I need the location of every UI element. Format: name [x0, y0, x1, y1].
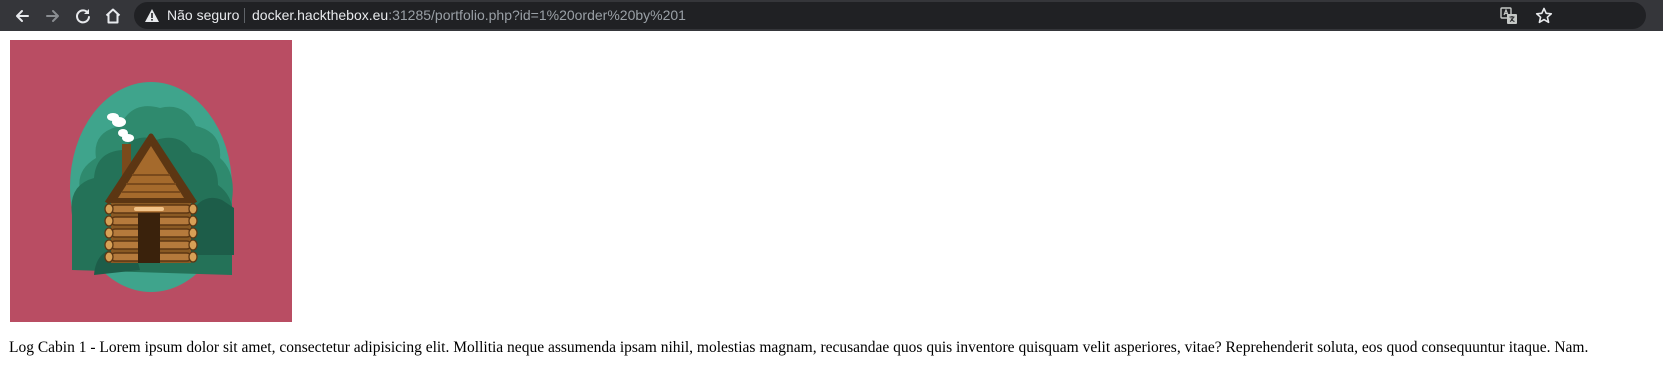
back-icon	[16, 10, 29, 22]
page-content: Log Cabin 1 - Lorem ipsum dolor sit amet…	[0, 31, 1663, 391]
omnibox-separator	[244, 8, 245, 23]
address-bar[interactable]: Não seguro docker.hackthebox.eu:31285/po…	[134, 2, 1646, 29]
url-path: :31285/portfolio.php?id=1%20order%20by%2…	[388, 7, 686, 23]
forward-icon	[46, 10, 59, 22]
url-text[interactable]: docker.hackthebox.eu:31285/portfolio.php…	[252, 2, 686, 29]
log-cabin-image	[10, 40, 292, 322]
star-icon[interactable]	[1534, 6, 1554, 26]
back-button[interactable]	[9, 3, 35, 29]
home-button[interactable]	[100, 3, 126, 29]
forward-button[interactable]	[40, 3, 66, 29]
translate-icon[interactable]	[1500, 7, 1518, 25]
portfolio-description: Log Cabin 1 - Lorem ipsum dolor sit amet…	[9, 339, 1589, 356]
warning-icon	[145, 9, 159, 22]
security-label[interactable]: Não seguro	[167, 2, 239, 29]
reload-button[interactable]	[70, 3, 96, 29]
reload-icon	[76, 9, 90, 24]
browser-toolbar: Não seguro docker.hackthebox.eu:31285/po…	[0, 0, 1663, 31]
url-host: docker.hackthebox.eu	[252, 7, 389, 23]
home-icon	[105, 8, 121, 24]
